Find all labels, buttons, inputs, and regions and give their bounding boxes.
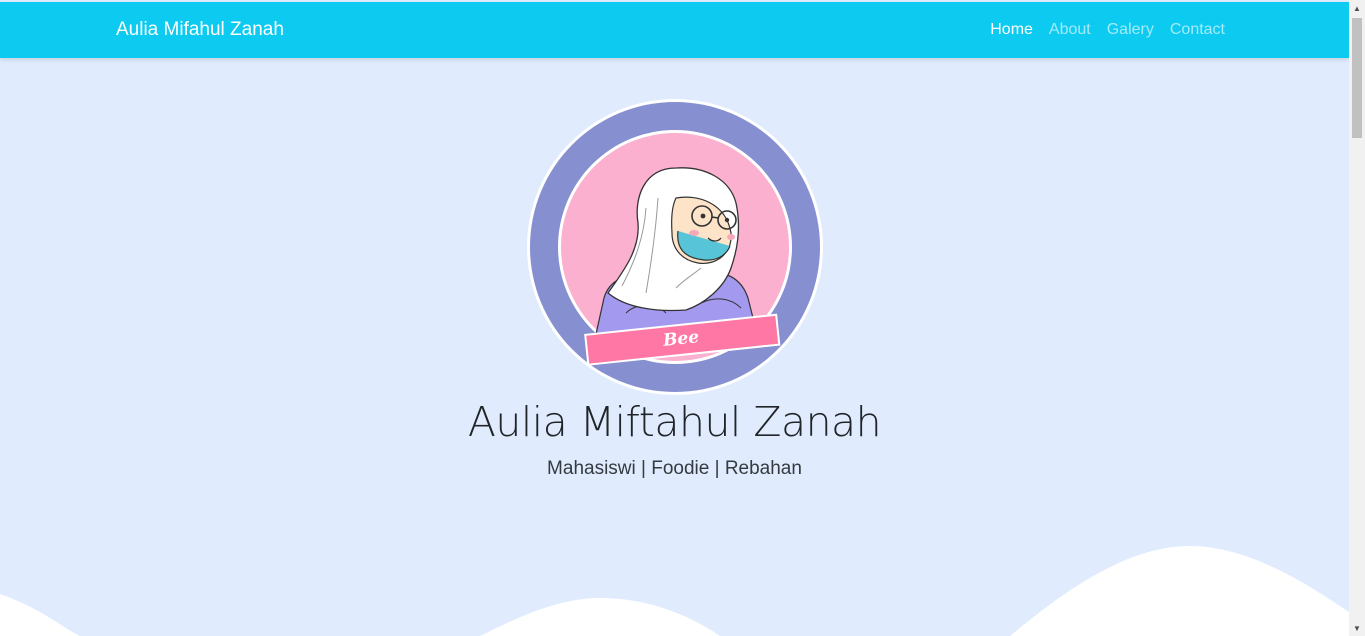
- hero-name: Aulia Miftahul Zanah: [467, 398, 882, 446]
- scroll-up-arrow-icon[interactable]: ▲: [1349, 0, 1365, 16]
- nav-link-home[interactable]: Home: [990, 21, 1033, 39]
- navbar-brand[interactable]: Aulia Mifahul Zanah: [116, 19, 284, 41]
- scroll-down-arrow-icon[interactable]: ▼: [1349, 620, 1365, 636]
- navbar: Aulia Mifahul Zanah Home About Galery Co…: [0, 2, 1349, 58]
- scrollbar-thumb[interactable]: [1352, 18, 1362, 138]
- profile-avatar: Bee: [527, 99, 823, 395]
- nav-link-contact[interactable]: Contact: [1170, 21, 1225, 39]
- decorative-wave: [0, 546, 1349, 636]
- vertical-scrollbar[interactable]: ▲ ▼: [1349, 0, 1365, 636]
- page-viewport: Aulia Mifahul Zanah Home About Galery Co…: [0, 0, 1349, 636]
- avatar-caption: Bee: [661, 327, 700, 351]
- nav-link-about[interactable]: About: [1049, 21, 1091, 39]
- nav-link-galery[interactable]: Galery: [1107, 21, 1154, 39]
- nav-links: Home About Galery Contact: [990, 21, 1225, 39]
- hero-tagline: Mahasiswi | Foodie | Rebahan: [547, 458, 802, 479]
